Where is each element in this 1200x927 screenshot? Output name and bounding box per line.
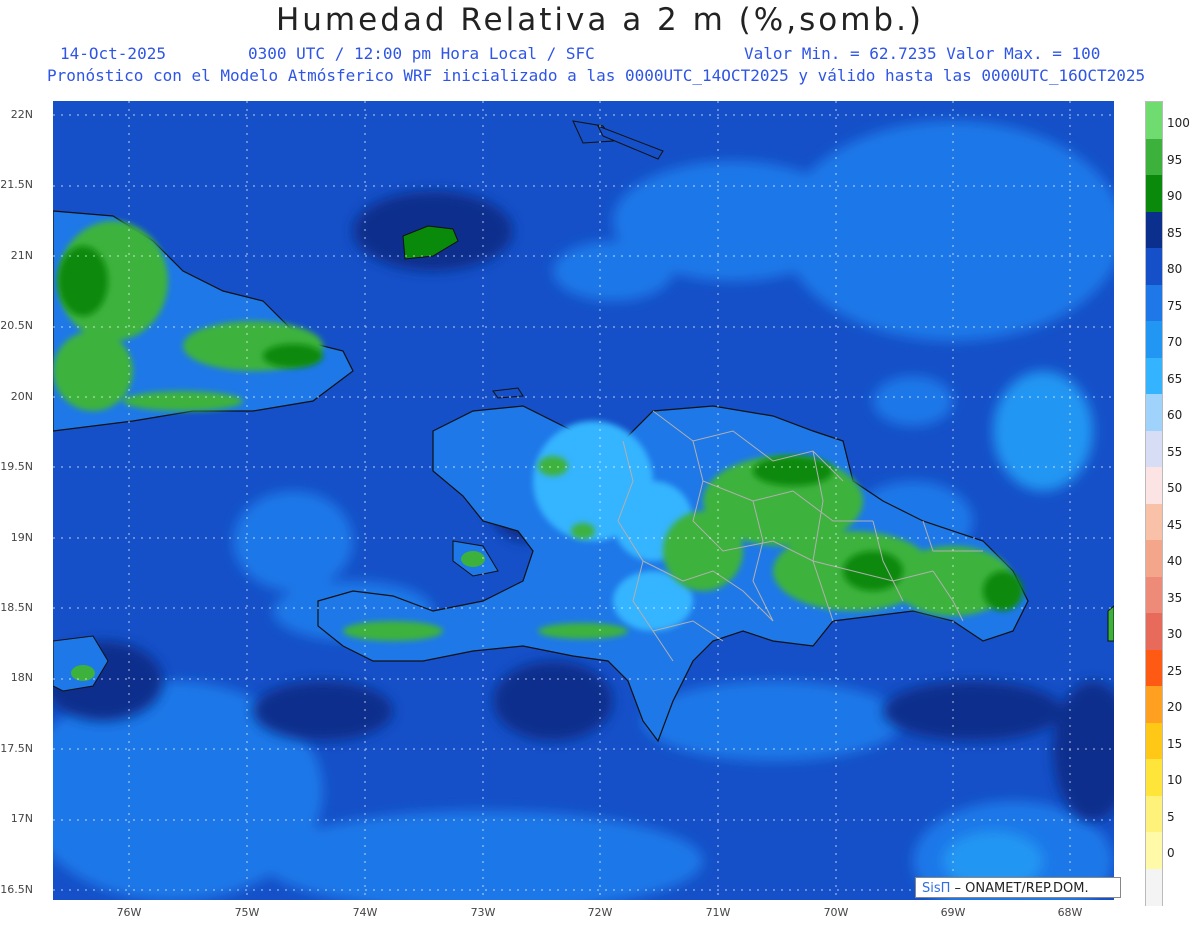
legend-label: 50 [1167, 481, 1183, 496]
credit-text: – ONAMET/REP.DOM. [950, 881, 1089, 896]
jamaica-humid [71, 665, 95, 681]
legend-swatch [1146, 832, 1162, 869]
lon-label: 69W [940, 906, 966, 919]
legend-label: 75 [1167, 298, 1183, 313]
color-legend [1145, 101, 1163, 906]
legend-label: 30 [1167, 627, 1183, 642]
lon-label: 72W [587, 906, 613, 919]
legend-label: 85 [1167, 225, 1183, 240]
lat-label: 19.5N [0, 460, 33, 473]
legend-label: 5 [1167, 809, 1175, 824]
legend-swatch [1146, 686, 1162, 723]
legend-label: 70 [1167, 335, 1183, 350]
lon-label: 76W [116, 906, 142, 919]
min-max-values: Valor Min. = 62.7235 Valor Max. = 100 [744, 44, 1101, 63]
legend-label: 0 [1167, 846, 1175, 861]
legend-label: 45 [1167, 517, 1183, 532]
lon-label: 68W [1057, 906, 1083, 919]
legend-swatch [1146, 467, 1162, 504]
lat-label: 20N [10, 390, 33, 403]
legend-swatch [1146, 138, 1162, 176]
legend-swatch [1146, 394, 1162, 431]
legend-swatch [1146, 503, 1162, 541]
legend-label: 35 [1167, 590, 1183, 605]
lat-label: 20.5N [0, 319, 33, 332]
credit-box: SisΠ – ONAMET/REP.DOM. [915, 877, 1121, 898]
forecast-time: 0300 UTC / 12:00 pm Hora Local / SFC [248, 44, 595, 63]
forecast-date: 14-Oct-2025 [60, 44, 166, 63]
legend-swatch [1146, 868, 1162, 906]
legend-swatch [1146, 795, 1162, 833]
lat-label: 21N [10, 249, 33, 262]
legend-swatch [1146, 759, 1162, 796]
legend-label: 65 [1167, 371, 1183, 386]
legend-swatch [1146, 284, 1162, 322]
lat-label: 22N [10, 108, 33, 121]
model-subtitle: Pronóstico con el Modelo Atmósferico WRF… [47, 66, 1146, 85]
legend-label: 15 [1167, 736, 1183, 751]
chart-title: Humedad Relativa a 2 m (%,somb.) [275, 2, 925, 38]
lat-label: 19N [10, 531, 33, 544]
legend-swatch [1146, 722, 1162, 760]
gonave-humid [461, 551, 485, 567]
legend-swatch [1146, 649, 1162, 687]
legend-label: 20 [1167, 700, 1183, 715]
lat-label: 17N [10, 812, 33, 825]
legend-swatch [1146, 211, 1162, 249]
legend-swatch [1146, 248, 1162, 285]
legend-label: 25 [1167, 663, 1183, 678]
lat-label: 16.5N [0, 883, 33, 896]
legend-label: 60 [1167, 408, 1183, 423]
lon-label: 71W [705, 906, 731, 919]
map-panel [53, 101, 1114, 900]
legend-swatch [1146, 576, 1162, 614]
lon-label: 73W [470, 906, 496, 919]
legend-swatch [1146, 321, 1162, 358]
legend-label: 80 [1167, 262, 1183, 277]
legend-swatch [1146, 540, 1162, 577]
lat-label: 18N [10, 671, 33, 684]
legend-label: 40 [1167, 554, 1183, 569]
legend-swatch [1146, 357, 1162, 395]
lat-label: 21.5N [0, 178, 33, 191]
lon-label: 70W [823, 906, 849, 919]
legend-label: 100 [1167, 116, 1190, 131]
lon-label: 75W [234, 906, 260, 919]
legend-label: 90 [1167, 189, 1183, 204]
sispi-logo: SisΠ [922, 881, 951, 896]
lat-label: 18.5N [0, 601, 33, 614]
legend-label: 10 [1167, 773, 1183, 788]
legend-label: 95 [1167, 152, 1183, 167]
legend-swatch [1146, 175, 1162, 212]
lon-label: 74W [352, 906, 378, 919]
legend-label: 55 [1167, 444, 1183, 459]
legend-swatch [1146, 613, 1162, 650]
humidity-map [53, 101, 1114, 900]
puerto-rico-edge [1107, 605, 1114, 642]
lat-label: 17.5N [0, 742, 33, 755]
legend-swatch [1146, 430, 1162, 468]
legend-swatch [1146, 102, 1162, 139]
